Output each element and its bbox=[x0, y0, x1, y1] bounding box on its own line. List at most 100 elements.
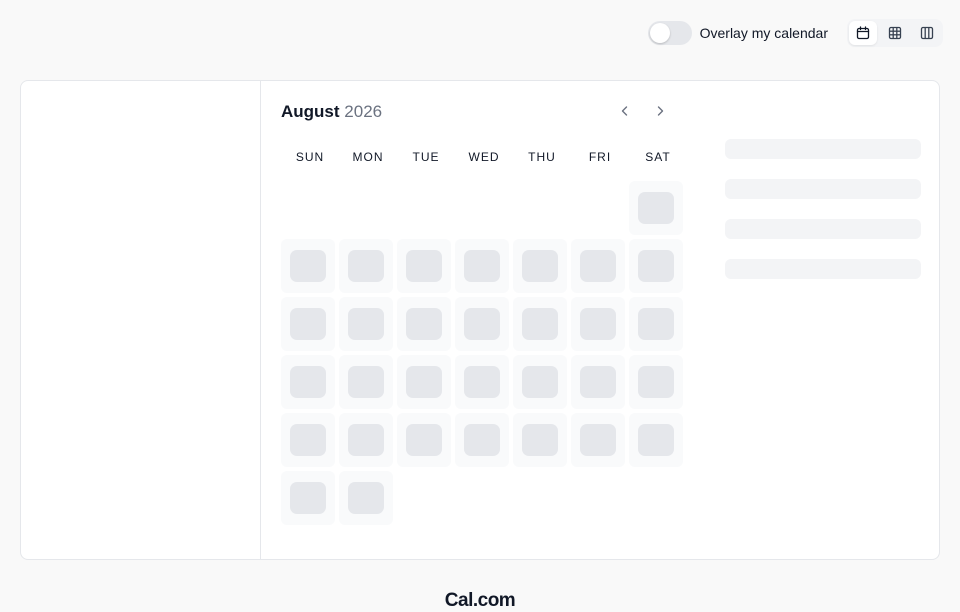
day-cell-loading[interactable] bbox=[571, 297, 625, 351]
day-skeleton bbox=[348, 308, 384, 340]
calendar-day-grid bbox=[281, 181, 683, 525]
weekly-grid-view-button[interactable] bbox=[881, 21, 909, 45]
event-info-column bbox=[21, 81, 261, 559]
day-cell-loading[interactable] bbox=[629, 239, 683, 293]
empty-day-slot bbox=[513, 181, 567, 235]
day-skeleton bbox=[638, 424, 674, 456]
day-skeleton bbox=[290, 482, 326, 514]
overlay-calendar-label: Overlay my calendar bbox=[699, 25, 828, 41]
day-cell-loading[interactable] bbox=[281, 297, 335, 351]
day-cell-loading[interactable] bbox=[513, 239, 567, 293]
day-skeleton bbox=[522, 250, 558, 282]
day-cell-loading[interactable] bbox=[629, 297, 683, 351]
empty-day-slot bbox=[339, 181, 393, 235]
time-slot-skeleton bbox=[725, 179, 921, 199]
day-skeleton bbox=[290, 424, 326, 456]
weekday-wed: WED bbox=[468, 150, 500, 164]
day-cell-loading[interactable] bbox=[397, 239, 451, 293]
day-cell-loading[interactable] bbox=[455, 297, 509, 351]
time-slot-skeleton bbox=[725, 139, 921, 159]
top-toolbar: Overlay my calendar bbox=[647, 19, 943, 47]
weekday-fri: FRI bbox=[588, 150, 612, 164]
weekday-sat: SAT bbox=[645, 150, 671, 164]
weekday-tue: TUE bbox=[412, 150, 440, 164]
day-cell-loading[interactable] bbox=[397, 297, 451, 351]
day-cell-loading[interactable] bbox=[281, 413, 335, 467]
empty-day-slot bbox=[397, 181, 451, 235]
weekday-mon: MON bbox=[352, 150, 384, 164]
day-skeleton bbox=[580, 366, 616, 398]
chevron-left-icon bbox=[621, 106, 628, 116]
day-skeleton bbox=[290, 250, 326, 282]
day-cell-loading[interactable] bbox=[571, 239, 625, 293]
day-cell-loading[interactable] bbox=[513, 297, 567, 351]
day-cell-loading[interactable] bbox=[339, 355, 393, 409]
day-cell-loading[interactable] bbox=[571, 355, 625, 409]
brand-footer: Cal.com bbox=[444, 590, 516, 611]
day-cell-loading[interactable] bbox=[339, 239, 393, 293]
day-skeleton bbox=[464, 366, 500, 398]
day-cell-loading[interactable] bbox=[339, 471, 393, 525]
time-slot-skeleton bbox=[725, 259, 921, 279]
time-slots-loading bbox=[725, 139, 921, 299]
day-skeleton bbox=[406, 424, 442, 456]
overlay-calendar-toggle[interactable] bbox=[647, 21, 692, 45]
toggle-knob bbox=[649, 23, 670, 43]
day-cell-loading[interactable] bbox=[629, 355, 683, 409]
day-skeleton bbox=[348, 482, 384, 514]
day-skeleton bbox=[638, 366, 674, 398]
weekday-sun: SUN bbox=[295, 150, 325, 164]
day-skeleton bbox=[522, 308, 558, 340]
day-cell-loading[interactable] bbox=[339, 297, 393, 351]
day-skeleton bbox=[580, 424, 616, 456]
day-skeleton bbox=[522, 366, 558, 398]
day-skeleton bbox=[348, 366, 384, 398]
day-skeleton bbox=[464, 308, 500, 340]
day-cell-loading[interactable] bbox=[281, 471, 335, 525]
year-label: 2026 bbox=[344, 102, 383, 121]
day-skeleton bbox=[348, 250, 384, 282]
day-skeleton bbox=[580, 250, 616, 282]
day-skeleton bbox=[580, 308, 616, 340]
next-month-button[interactable] bbox=[649, 99, 671, 123]
day-cell-loading[interactable] bbox=[571, 413, 625, 467]
day-skeleton bbox=[638, 192, 674, 224]
day-cell-loading[interactable] bbox=[513, 355, 567, 409]
day-skeleton bbox=[464, 424, 500, 456]
booking-panel: August 2026 SUN MON TUE WED THU FRI SAT bbox=[20, 80, 940, 560]
day-skeleton bbox=[464, 250, 500, 282]
day-cell-loading[interactable] bbox=[455, 239, 509, 293]
day-skeleton bbox=[290, 366, 326, 398]
time-slot-skeleton bbox=[725, 219, 921, 239]
day-skeleton bbox=[406, 366, 442, 398]
day-skeleton bbox=[522, 424, 558, 456]
day-skeleton bbox=[638, 250, 674, 282]
day-skeleton bbox=[290, 308, 326, 340]
month-title: August 2026 bbox=[281, 102, 382, 122]
day-cell-loading[interactable] bbox=[629, 413, 683, 467]
calendar-icon bbox=[856, 26, 870, 40]
day-cell-loading[interactable] bbox=[339, 413, 393, 467]
day-cell-loading[interactable] bbox=[455, 413, 509, 467]
weekday-thu: THU bbox=[528, 150, 556, 164]
month-view-button[interactable] bbox=[849, 21, 877, 45]
day-cell-loading[interactable] bbox=[397, 355, 451, 409]
weekday-header: SUN MON TUE WED THU FRI SAT bbox=[281, 150, 687, 164]
day-cell-loading[interactable] bbox=[397, 413, 451, 467]
day-cell-loading[interactable] bbox=[455, 355, 509, 409]
columns-icon bbox=[920, 26, 934, 40]
grid-icon bbox=[888, 26, 902, 40]
empty-day-slot bbox=[455, 181, 509, 235]
empty-day-slot bbox=[571, 181, 625, 235]
day-cell-loading[interactable] bbox=[513, 413, 567, 467]
column-view-button[interactable] bbox=[913, 21, 941, 45]
day-skeleton bbox=[348, 424, 384, 456]
day-cell-loading[interactable] bbox=[629, 181, 683, 235]
chevron-right-icon bbox=[657, 106, 664, 116]
view-switcher bbox=[847, 19, 943, 47]
day-cell-loading[interactable] bbox=[281, 239, 335, 293]
previous-month-button[interactable] bbox=[614, 99, 636, 123]
day-cell-loading[interactable] bbox=[281, 355, 335, 409]
month-label: August bbox=[281, 102, 340, 121]
empty-day-slot bbox=[281, 181, 335, 235]
